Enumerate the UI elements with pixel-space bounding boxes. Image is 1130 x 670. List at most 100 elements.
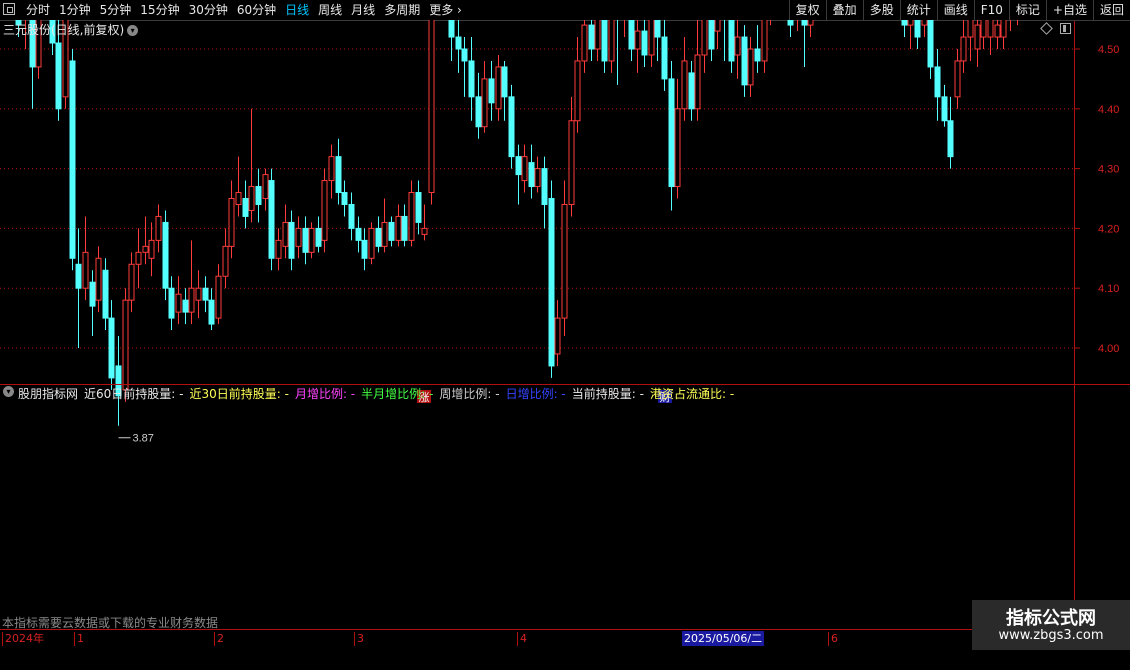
indicator-title: ▾ 股朋指标网 近60日前持股量: - 近30日前持股量: - 月增比例: - 半月增… <box>3 386 740 402</box>
candle-body <box>228 198 235 247</box>
toolbar-button-4[interactable]: 画线 <box>936 0 974 20</box>
candle-body <box>341 192 348 205</box>
tab-3[interactable]: 15分钟 <box>140 0 179 20</box>
candle-body <box>408 192 415 241</box>
candle-body <box>275 239 282 259</box>
candle-body <box>728 20 735 62</box>
watermark-url: www.zbgs3.com <box>998 628 1104 643</box>
candle-body <box>594 20 601 50</box>
candle-body <box>475 96 482 128</box>
price-label: 4.30 <box>1098 164 1119 176</box>
chevron-down-icon[interactable]: ▾ <box>127 25 139 36</box>
price-label: 4.10 <box>1098 283 1119 295</box>
candle-body <box>1000 20 1007 38</box>
candle-body <box>268 180 275 259</box>
watermark-title: 指标公式网 <box>1006 608 1096 629</box>
candle-body <box>901 20 908 26</box>
candle-body <box>415 192 422 223</box>
candle-body <box>754 48 761 62</box>
candle-body <box>175 293 182 313</box>
candle-body <box>102 269 109 319</box>
candle-body <box>801 20 808 26</box>
candle-body <box>681 60 688 110</box>
toolbar-button-8[interactable]: 返回 <box>1092 0 1130 20</box>
stock-title-text: 三元股份(日线,前复权) <box>3 23 125 37</box>
tab-6[interactable]: 日线 <box>285 0 309 20</box>
candle-body <box>588 24 595 50</box>
panel-toggle-icon[interactable] <box>1060 23 1071 34</box>
tab-1[interactable]: 1分钟 <box>59 0 91 20</box>
candle-body <box>108 317 115 379</box>
candle-body <box>395 215 402 241</box>
candle-body <box>987 20 994 38</box>
candle-body <box>541 168 548 205</box>
toolbar-button-0[interactable]: 复权 <box>788 0 826 20</box>
candlestick-chart[interactable]: 4.804.704.604.504.404.304.204.104.004.96… <box>0 20 1130 670</box>
indicator-field-5: 日增比例: - <box>505 387 566 401</box>
time-tick-1: 1 <box>74 632 84 646</box>
candle-body <box>135 251 142 265</box>
candle-body <box>142 245 149 253</box>
toolbar-button-3[interactable]: 统计 <box>899 0 937 20</box>
tab-0[interactable]: 分时 <box>26 0 50 20</box>
candle-body <box>428 20 435 194</box>
candle-body <box>55 42 62 110</box>
tab-4[interactable]: 30分钟 <box>189 0 228 20</box>
candle-body <box>581 24 588 62</box>
toolbar-button-5[interactable]: F10 <box>973 0 1009 20</box>
candle-body <box>188 287 195 313</box>
candle-body <box>628 20 635 50</box>
candle-body <box>295 227 302 247</box>
tab-7[interactable]: 周线 <box>318 0 342 20</box>
indicator-field-2: 月增比例: - <box>294 387 356 401</box>
time-tick-2: 2 <box>214 632 224 646</box>
chevron-down-icon[interactable]: ▾ <box>3 386 14 397</box>
candle-body <box>974 24 981 50</box>
candle-body <box>967 20 974 38</box>
time-tick-0: 2024年 <box>2 632 44 646</box>
candle-body <box>82 251 89 289</box>
toolbar-button-1[interactable]: 叠加 <box>825 0 863 20</box>
candle-body <box>608 20 615 62</box>
pane-divider[interactable] <box>0 384 1130 385</box>
low-price-label: 3.87 <box>133 433 154 445</box>
candle-body <box>468 60 475 98</box>
candle-body <box>381 221 388 247</box>
candle-body <box>208 299 215 325</box>
candle-body <box>182 299 189 313</box>
tab-5[interactable]: 60分钟 <box>237 0 276 20</box>
watermark: 指标公式网 www.zbgs3.com <box>972 600 1130 650</box>
candle-body <box>501 66 508 98</box>
candle-body <box>368 227 375 259</box>
window-icon[interactable] <box>3 3 15 15</box>
toolbar-button-6[interactable]: 标记 <box>1008 0 1046 20</box>
toolbar-button-7[interactable]: +自选 <box>1045 0 1093 20</box>
price-axis-border <box>1074 21 1075 629</box>
candle-body <box>128 263 135 301</box>
period-tabs: 分时 1分钟 5分钟 15分钟 30分钟 60分钟 日线 周线 月线 多周期 更多 › <box>26 0 471 20</box>
candle-body <box>262 174 269 200</box>
tab-9[interactable]: 多周期 <box>384 0 420 20</box>
candle-body <box>674 108 681 188</box>
candle-body <box>661 36 668 80</box>
candle-body <box>708 20 715 50</box>
candle-body <box>668 78 675 188</box>
candle-body <box>455 36 462 50</box>
candle-body <box>481 78 488 128</box>
toolbar-button-2[interactable]: 多股 <box>862 0 900 20</box>
stock-title: 三元股份(日线,前复权) ▾ <box>3 22 139 38</box>
time-tick-3: 3 <box>354 632 364 646</box>
candle-body <box>941 96 948 122</box>
candle-body <box>554 317 561 355</box>
indicator-name: 股朋指标网 <box>18 387 79 401</box>
tab-10[interactable]: 更多 › <box>429 0 462 20</box>
candle-body <box>654 20 661 38</box>
candle-body <box>521 156 528 182</box>
candle-body <box>75 263 82 289</box>
candle-body <box>960 36 967 62</box>
time-tick-5: 6 <box>828 632 838 646</box>
candle-body <box>574 60 581 122</box>
candle-body <box>215 275 222 319</box>
tab-2[interactable]: 5分钟 <box>100 0 132 20</box>
tab-8[interactable]: 月线 <box>351 0 375 20</box>
